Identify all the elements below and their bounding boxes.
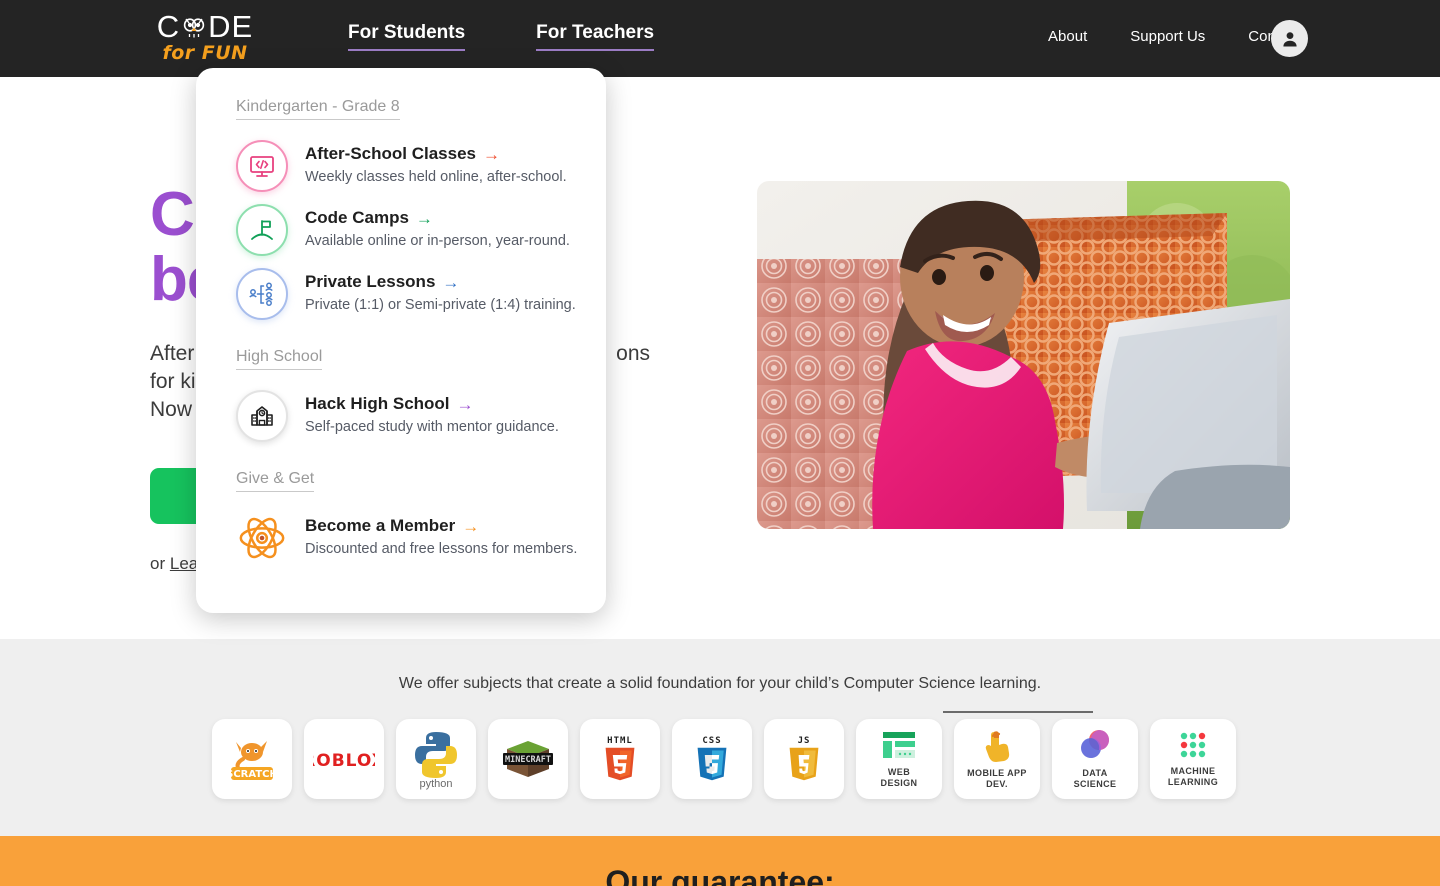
python-logo-icon: python — [415, 732, 457, 778]
menu-item-description: Discounted and free lessons for members. — [305, 541, 578, 557]
dropdown-section-heading: High School — [236, 348, 323, 370]
hero-body-line-1-head: After — [150, 342, 195, 366]
subject-tile-label: MOBILE APP DEV. — [967, 767, 1027, 789]
menu-item-title: Code Camps → — [305, 208, 570, 228]
nav-for-teachers[interactable]: For Teachers — [536, 22, 655, 51]
js-shield: JS — [784, 736, 824, 782]
subject-tile-data-science[interactable]: DATA SCIENCE — [1052, 719, 1138, 799]
nav-for-students[interactable]: For Students — [348, 22, 466, 51]
subjects-caption: We offer subjects that create a solid fo… — [398, 675, 1042, 692]
menu-item-text: Private Lessons → Private (1:1) or Semi-… — [305, 268, 576, 313]
hero-or-text: or — [150, 553, 166, 573]
account-button[interactable] — [1271, 20, 1308, 57]
menu-item-title-text: Hack High School — [305, 394, 450, 413]
html5-wordmark: HTML — [607, 736, 633, 746]
menu-item-title-text: Private Lessons — [305, 272, 436, 291]
guarantee-title: Our guarantee: — [605, 864, 835, 886]
svg-text:ROBLOX: ROBLOX — [313, 751, 375, 771]
people-hierarchy-icon — [236, 268, 288, 320]
machine-learning-icon — [1180, 732, 1206, 757]
subjects-section: We offer subjects that create a solid fo… — [0, 639, 1440, 836]
arrow-right-icon: → — [442, 272, 460, 292]
subject-tile-minecraft[interactable]: MINECRAFT — [488, 719, 568, 799]
secondary-nav: About Support Us Contact — [1048, 28, 1300, 45]
menu-item-become-a-member[interactable]: Become a Member → Discounted and free le… — [196, 506, 606, 570]
menu-item-code-camps[interactable]: Code Camps → Available online or in-pers… — [196, 198, 606, 262]
subject-tile-javascript[interactable]: JS — [764, 719, 844, 799]
subject-tile-python[interactable]: python python — [396, 719, 476, 799]
owl-icon — [181, 14, 207, 40]
menu-item-text: Hack High School → Self-paced study with… — [305, 390, 559, 435]
menu-item-private-lessons[interactable]: Private Lessons → Private (1:1) or Semi-… — [196, 262, 606, 326]
arrow-right-icon: → — [415, 208, 433, 228]
subject-tile-machine-learning[interactable]: MACHINE LEARNING — [1150, 719, 1236, 799]
menu-item-title: Hack High School → — [305, 394, 559, 414]
css3-shield: CSS — [692, 736, 732, 782]
menu-item-title-text: Become a Member — [305, 516, 456, 535]
roblox-logo-icon: ROBLOX — [313, 751, 375, 771]
css3-wordmark: CSS — [702, 736, 722, 746]
logo-tagline: for FUN — [162, 42, 248, 64]
subject-tile-label: WEB DESIGN — [880, 766, 918, 788]
menu-item-title: After-School Classes → — [305, 144, 567, 164]
mobile-app-icon — [985, 731, 1010, 762]
subject-tile-css3[interactable]: CSS — [672, 719, 752, 799]
atom-icon — [236, 512, 288, 564]
menu-item-title: Become a Member → — [305, 516, 577, 536]
subject-tile-mobile-app-dev[interactable]: MOBILE APP DEV. — [954, 719, 1040, 799]
menu-item-hack-high-school[interactable]: Hack High School → Self-paced study with… — [196, 384, 606, 448]
guarantee-section: Our guarantee: — [0, 836, 1440, 886]
hero-learn-more-link[interactable]: Lea — [170, 554, 198, 573]
menu-item-title: Private Lessons → — [305, 272, 576, 292]
minecraft-logo-icon: MINECRAFT — [503, 741, 553, 777]
html5-shield: HTML — [600, 736, 640, 782]
for-students-dropdown: Kindergarten - Grade 8 After-School Clas… — [196, 68, 606, 613]
data-science-icon — [1081, 729, 1109, 758]
subject-tiles: SCRATCH ROBLOX python python — [0, 719, 1440, 799]
school-building-icon — [236, 390, 288, 442]
subjects-horizontal-scrollbar[interactable] — [943, 711, 1093, 713]
subject-tile-scratch[interactable]: SCRATCH — [212, 719, 292, 799]
js-wordmark: JS — [797, 736, 811, 746]
menu-item-after-school-classes[interactable]: After-School Classes → Weekly classes he… — [196, 134, 606, 198]
arrow-right-icon: → — [462, 516, 480, 536]
svg-text:SCRATCH: SCRATCH — [227, 769, 277, 780]
logo-wordmark: C DE — [156, 9, 254, 44]
dropdown-section-heading: Kindergarten - Grade 8 — [236, 98, 400, 120]
user-icon — [1282, 31, 1297, 46]
logo[interactable]: C DE for FUN — [150, 10, 260, 68]
scratch-logo-icon: SCRATCH — [227, 741, 277, 780]
python-wordmark: python — [419, 778, 453, 790]
menu-item-text: Become a Member → Discounted and free le… — [305, 512, 577, 557]
hero-photo — [757, 181, 1290, 529]
menu-item-text: After-School Classes → Weekly classes he… — [305, 140, 567, 185]
menu-item-title-text: Code Camps — [305, 208, 409, 227]
subject-tile-label: DATA SCIENCE — [1073, 767, 1117, 789]
arrow-right-icon: → — [483, 144, 500, 164]
primary-nav: For Students For Teachers — [348, 22, 655, 51]
hero-body-line-1-tail: ons — [616, 342, 650, 366]
monitor-code-icon — [236, 140, 288, 192]
dropdown-section-k8: Kindergarten - Grade 8 — [196, 98, 606, 134]
menu-item-description: Weekly classes held online, after-school… — [305, 169, 567, 185]
svg-text:MINECRAFT: MINECRAFT — [505, 755, 551, 765]
dropdown-section-give-get: Give & Get — [196, 470, 606, 506]
arrow-right-icon: → — [456, 394, 474, 414]
subject-tile-html5[interactable]: HTML — [580, 719, 660, 799]
menu-item-text: Code Camps → Available online or in-pers… — [305, 204, 570, 249]
subject-tile-web-design[interactable]: WEB DESIGN — [856, 719, 942, 799]
dropdown-section-high-school: High School — [196, 348, 606, 384]
nav-about[interactable]: About — [1048, 28, 1087, 45]
flag-tent-icon — [236, 204, 288, 256]
nav-support-us[interactable]: Support Us — [1130, 28, 1205, 45]
menu-item-description: Available online or in-person, year-roun… — [305, 233, 570, 249]
menu-item-description: Self-paced study with mentor guidance. — [305, 419, 559, 435]
subject-tile-label: MACHINE LEARNING — [1167, 765, 1219, 787]
menu-item-description: Private (1:1) or Semi-private (1:4) trai… — [305, 297, 576, 313]
subject-tile-roblox[interactable]: ROBLOX — [304, 719, 384, 799]
menu-item-title-text: After-School Classes — [305, 144, 476, 163]
dropdown-section-heading: Give & Get — [236, 470, 315, 492]
site-header: C DE for FUN For Students For Teachers A… — [0, 0, 1440, 77]
web-design-icon — [883, 731, 915, 758]
